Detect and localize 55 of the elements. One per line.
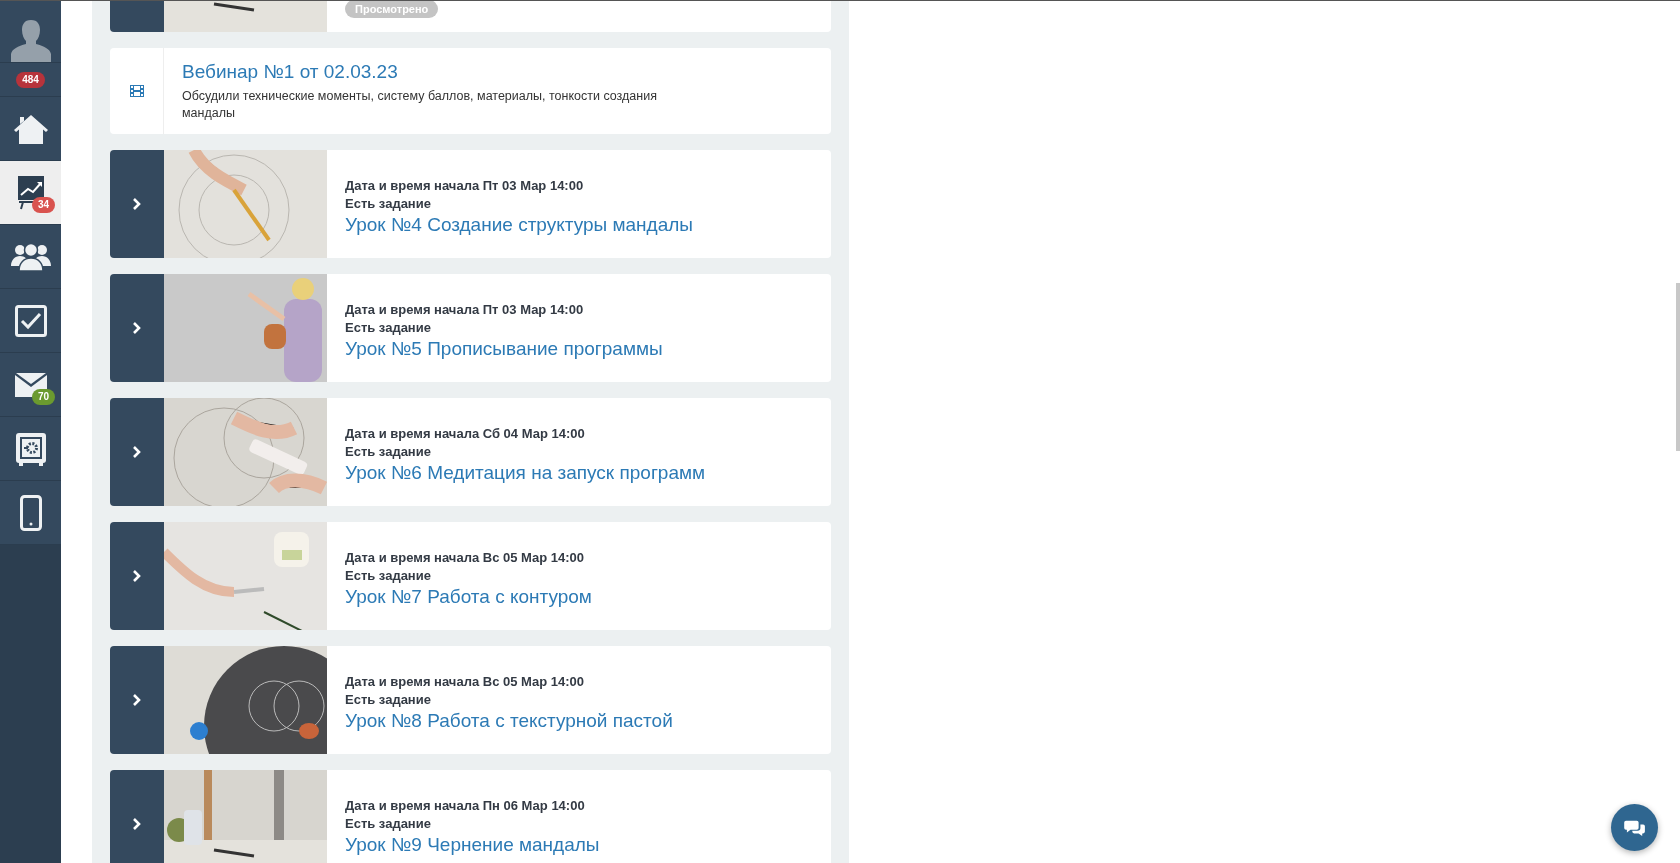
chevron-icon xyxy=(132,321,142,335)
start-time: Дата и время начала Пт 03 Мар 14:00 xyxy=(345,177,585,195)
chevron-icon xyxy=(132,197,142,211)
count-badge: 34 xyxy=(31,197,55,213)
lesson-link[interactable]: Урок №5 Прописывание программы xyxy=(345,337,663,361)
home-icon xyxy=(12,112,49,145)
lesson-link[interactable]: Вебинар №1 от 02.03.23 xyxy=(182,60,398,84)
avatar-icon xyxy=(10,18,51,62)
lesson-link[interactable]: Урок №9 Чернение мандалы xyxy=(345,833,600,857)
film-icon xyxy=(129,85,144,97)
count-badge: 70 xyxy=(31,389,55,405)
checkbox-icon xyxy=(14,304,47,337)
lesson-link[interactable]: Урок №8 Работа с текстурной пастой xyxy=(345,709,673,733)
chevron-icon xyxy=(132,569,142,583)
chat-button[interactable] xyxy=(1611,804,1658,851)
phone-icon xyxy=(19,494,42,531)
expand-button[interactable] xyxy=(110,522,164,630)
safe-icon xyxy=(14,431,47,466)
sidebar-item[interactable] xyxy=(0,417,61,481)
expand-button[interactable] xyxy=(110,770,164,863)
task-note: Есть задание xyxy=(345,691,432,709)
people-icon xyxy=(10,241,51,272)
chevron-icon xyxy=(132,693,142,707)
sidebar-item[interactable] xyxy=(0,97,61,161)
expand-button[interactable] xyxy=(110,150,164,258)
sidebar-item[interactable] xyxy=(0,1,61,63)
start-time: Дата и время начала Сб 04 Мар 14:00 xyxy=(345,425,586,443)
sidebar-item[interactable]: 70 xyxy=(0,353,61,417)
task-note: Есть задание xyxy=(345,195,432,213)
task-note: Есть задание xyxy=(345,567,432,585)
sidebar-item[interactable] xyxy=(0,289,61,353)
expand-button[interactable] xyxy=(110,398,164,506)
lesson-link[interactable]: Урок №4 Создание структуры мандалы xyxy=(345,213,693,237)
count-badge: 484 xyxy=(16,71,45,88)
expand-button[interactable] xyxy=(110,646,164,754)
sidebar-item[interactable] xyxy=(0,481,61,545)
sidebar-item[interactable]: 484 xyxy=(0,63,61,97)
chevron-icon xyxy=(132,817,142,831)
task-note: Есть задание xyxy=(345,443,432,461)
start-time: Дата и время начала Пт 03 Мар 14:00 xyxy=(345,301,585,319)
start-time: Дата и время начала Пн 06 Мар 14:00 xyxy=(345,797,586,815)
chat-icon xyxy=(1623,818,1646,837)
lesson-link[interactable]: Урок №7 Работа с контуром xyxy=(345,585,592,609)
sidebar-item[interactable]: 34 xyxy=(0,161,61,225)
status-badge: Просмотрено xyxy=(345,1,439,18)
expand-button[interactable] xyxy=(110,274,164,382)
start-time: Дата и время начала Вс 05 Мар 14:00 xyxy=(345,549,586,567)
start-time: Дата и время начала Вс 05 Мар 14:00 xyxy=(345,673,586,691)
chevron-icon xyxy=(132,445,142,459)
lesson-description: Обсудили технические моменты, систему баллов, материалы, тонкости создания мандалы xyxy=(182,88,658,122)
task-note: Есть задание xyxy=(345,815,432,833)
task-note: Есть задание xyxy=(345,319,432,337)
scrollbar-thumb[interactable] xyxy=(1676,283,1680,451)
sidebar-item[interactable] xyxy=(0,225,61,289)
lesson-link[interactable]: Урок №6 Медитация на запуск программ xyxy=(345,461,706,485)
